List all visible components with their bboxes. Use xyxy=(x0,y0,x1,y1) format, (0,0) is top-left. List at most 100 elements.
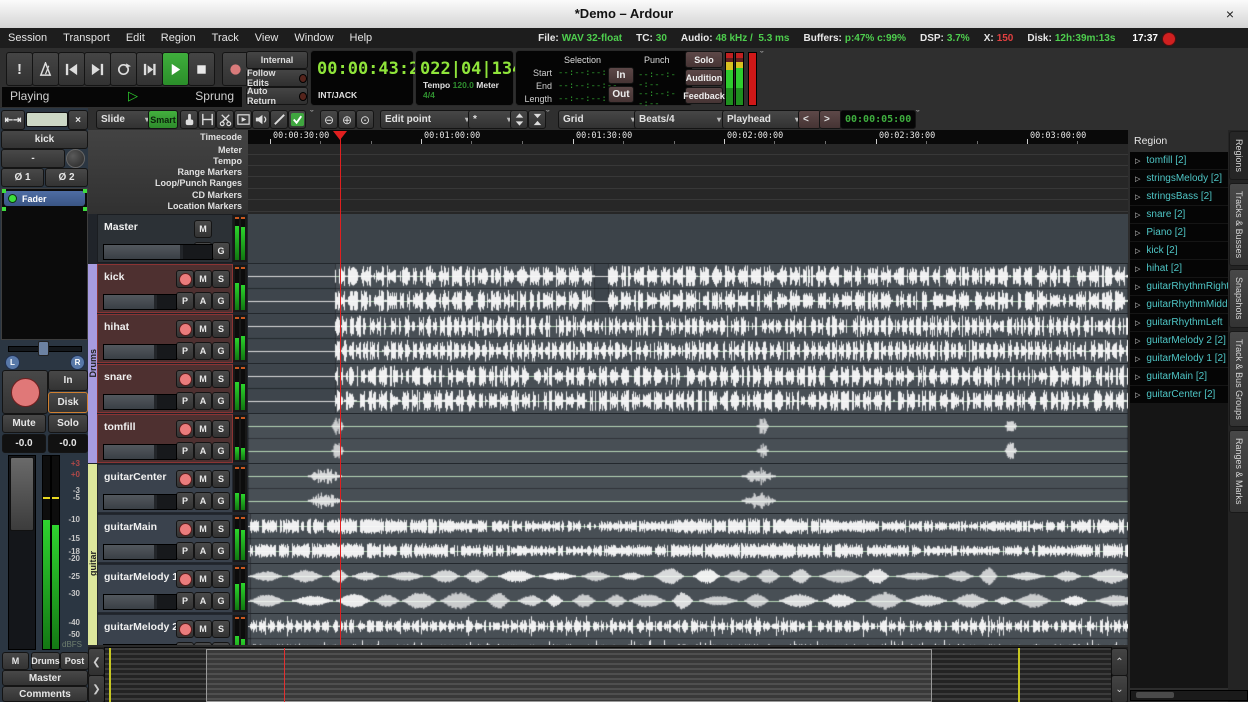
region-list-item[interactable]: ▷hihat [2] xyxy=(1130,260,1228,277)
punch-out-button[interactable]: Out xyxy=(608,86,634,103)
track-solo-button[interactable]: S xyxy=(212,620,230,638)
ruler-loop-punch-ranges[interactable] xyxy=(248,177,1128,189)
track-mute-button[interactable]: M xyxy=(194,470,212,488)
expand-triangle-icon[interactable]: ▷ xyxy=(1135,157,1140,165)
summary-zoom-in-button[interactable]: ⌃ xyxy=(1111,648,1128,676)
disk-button[interactable]: Disk xyxy=(48,392,88,413)
track-solo-button[interactable]: S xyxy=(212,520,230,538)
master-mute-button[interactable]: M xyxy=(194,220,212,238)
track-content-kick[interactable] xyxy=(248,264,1128,314)
summary-strip[interactable] xyxy=(104,647,1112,702)
track-group-button[interactable]: G xyxy=(212,342,230,360)
pan-thumb[interactable] xyxy=(38,341,49,356)
track-name-label[interactable]: guitarMain xyxy=(104,521,157,533)
ruler-label-range-markers[interactable]: Range Markers xyxy=(177,167,242,177)
track-automation-button[interactable]: A xyxy=(194,442,212,460)
track-header-tomfill[interactable]: tomfillMSPAG xyxy=(97,414,233,463)
track-record-button[interactable] xyxy=(176,320,194,338)
track-group-button[interactable]: G xyxy=(212,592,230,610)
region-list-header[interactable]: Region xyxy=(1134,135,1167,147)
track-gain-fader[interactable] xyxy=(103,394,177,410)
punch-in-button[interactable]: In xyxy=(608,67,634,84)
peak-display[interactable]: -0.0 xyxy=(48,434,88,453)
processor-box[interactable]: Fader xyxy=(1,188,88,340)
track-gain-fader[interactable] xyxy=(103,444,177,460)
go-end-button[interactable] xyxy=(84,52,111,86)
track-solo-button[interactable]: S xyxy=(212,270,230,288)
zoom-to-session-button[interactable]: ⊙ xyxy=(356,110,374,129)
track-name-label[interactable]: guitarMelody 1 xyxy=(104,571,178,583)
tools-chevron[interactable]: ˇ xyxy=(310,109,314,121)
track-content-guitarmelody-1[interactable] xyxy=(248,564,1128,614)
track-content-snare[interactable] xyxy=(248,364,1128,414)
tool-audition-button[interactable] xyxy=(252,110,270,129)
menu-help[interactable]: Help xyxy=(342,32,381,44)
edit-point-select[interactable]: Edit point▾ xyxy=(380,110,474,129)
waveform-canvas[interactable] xyxy=(248,264,1128,313)
fader-processor[interactable]: Fader xyxy=(4,191,85,206)
menu-session[interactable]: Session xyxy=(0,32,55,44)
gain-fader[interactable] xyxy=(8,455,36,650)
play-button[interactable] xyxy=(162,52,189,86)
strip-tab-drums[interactable]: Drums xyxy=(31,652,60,670)
ruler-meter[interactable] xyxy=(248,144,1128,155)
track-header-hihat[interactable]: hihatMSPAG xyxy=(97,314,233,363)
track-gain-fader[interactable] xyxy=(103,544,177,560)
menu-view[interactable]: View xyxy=(247,32,287,44)
track-playlist-button[interactable]: P xyxy=(176,342,194,360)
expand-triangle-icon[interactable]: ▷ xyxy=(1135,247,1140,255)
track-automation-button[interactable]: A xyxy=(194,642,212,645)
list-tab-snapshots[interactable]: Snapshots xyxy=(1229,269,1248,328)
track-gain-fader[interactable] xyxy=(103,344,177,360)
track-playlist-button[interactable]: P xyxy=(176,542,194,560)
track-playlist-button[interactable]: P xyxy=(176,492,194,510)
nudge-back-button[interactable]: < xyxy=(798,110,821,129)
expand-triangle-icon[interactable]: ▷ xyxy=(1135,319,1140,327)
ruler-label-timecode[interactable]: Timecode xyxy=(200,132,242,142)
track-mute-button[interactable]: M xyxy=(194,570,212,588)
expand-triangle-icon[interactable]: ▷ xyxy=(1135,391,1140,399)
nudge-chevron[interactable]: ˇ xyxy=(916,109,920,121)
waveform-canvas[interactable] xyxy=(248,364,1128,413)
track-group-button[interactable]: G xyxy=(212,292,230,310)
grid-mode-select[interactable]: Grid▾ xyxy=(558,110,640,129)
track-header-kick[interactable]: kickMSPAG xyxy=(97,264,233,313)
track-automation-button[interactable]: A xyxy=(194,292,212,310)
solo-button[interactable]: Solo xyxy=(48,414,88,433)
summary-zoom-out-button[interactable]: ⌄ xyxy=(1111,675,1128,702)
track-name-label[interactable]: snare xyxy=(104,371,132,383)
pan-right-button[interactable]: R xyxy=(70,355,85,370)
timecode-ruler[interactable]: 00:00:30:0000:01:00:0000:01:30:0000:02:0… xyxy=(248,130,1128,145)
track-name-label[interactable]: hihat xyxy=(104,321,129,333)
menu-transport[interactable]: Transport xyxy=(55,32,118,44)
ruler-tempo[interactable] xyxy=(248,155,1128,166)
ruler-cd-markers[interactable] xyxy=(248,189,1128,200)
track-record-button[interactable] xyxy=(176,470,194,488)
playhead-marker[interactable] xyxy=(333,131,347,140)
track-playlist-button[interactable]: P xyxy=(176,392,194,410)
loop-button[interactable] xyxy=(110,52,137,86)
track-header-guitarmelody-1[interactable]: guitarMelody 1MSPAG xyxy=(97,564,233,613)
track-record-button[interactable] xyxy=(176,370,194,388)
track-solo-button[interactable]: S xyxy=(212,570,230,588)
master-button[interactable]: Master xyxy=(2,670,88,686)
error-log-icon[interactable] xyxy=(1162,32,1176,46)
summary-scroll-right-button[interactable]: ❯ xyxy=(88,675,105,702)
track-automation-button[interactable]: A xyxy=(194,342,212,360)
ruler-label-cd-markers[interactable]: CD Markers xyxy=(192,190,242,200)
expand-triangle-icon[interactable]: ▷ xyxy=(1135,229,1140,237)
feedback-button[interactable]: Feedback xyxy=(685,87,723,104)
track-automation-button[interactable]: A xyxy=(194,492,212,510)
track-header-master[interactable]: MasterMAG xyxy=(97,214,233,263)
group-tab-guitar[interactable]: guitar xyxy=(88,464,97,645)
follow-edits-button[interactable]: Follow Edits xyxy=(246,69,308,87)
track-solo-button[interactable]: S xyxy=(212,370,230,388)
expand-tracks-button[interactable] xyxy=(510,110,528,129)
track-group-button[interactable]: G xyxy=(212,442,230,460)
track-group-button[interactable]: G xyxy=(212,642,230,645)
stop-button[interactable] xyxy=(188,52,215,86)
waveform-canvas[interactable] xyxy=(248,614,1128,645)
track-content-hihat[interactable] xyxy=(248,314,1128,364)
region-list-item[interactable]: ▷guitarMain [2] xyxy=(1130,368,1228,385)
region-list-item[interactable]: ▷guitarRhythmRight xyxy=(1130,278,1228,295)
